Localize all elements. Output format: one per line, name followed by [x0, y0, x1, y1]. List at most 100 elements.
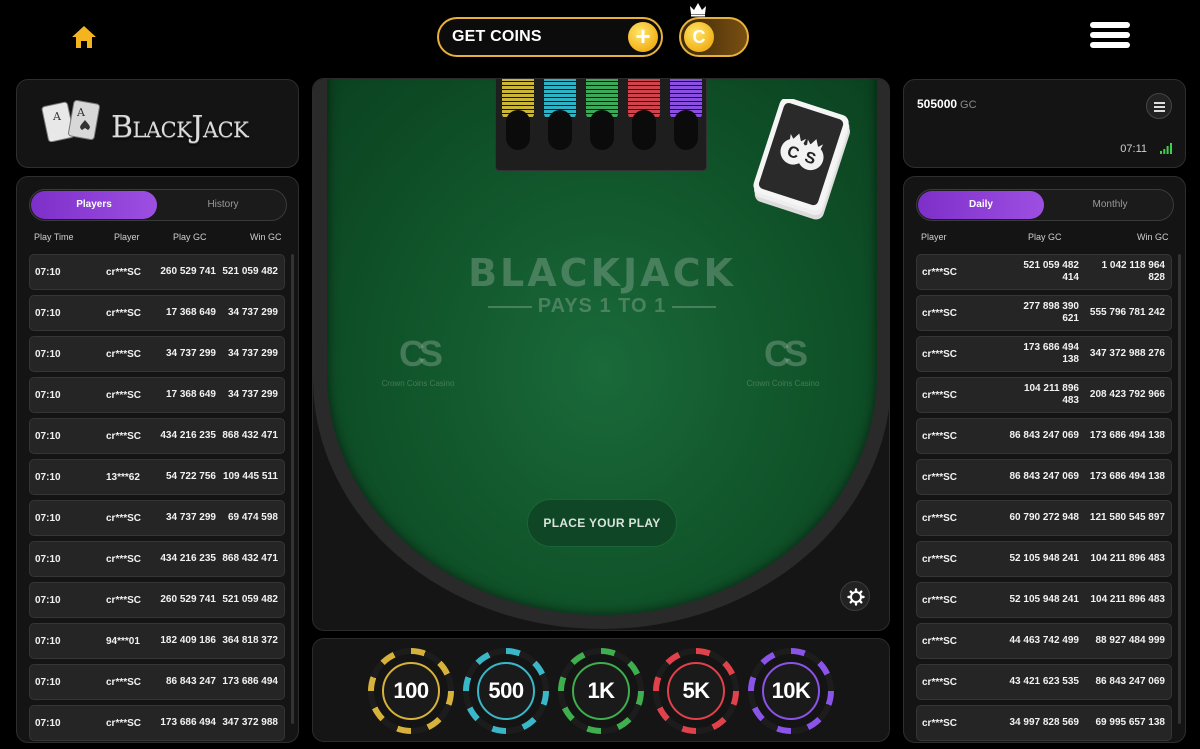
chip-value: 5K [682, 678, 710, 703]
svg-text:A: A [52, 110, 62, 123]
play-gc-cell: 17 368 649 [165, 307, 216, 318]
plus-icon: + [628, 22, 658, 52]
top-bar: GET COINS + C [0, 0, 1200, 76]
play-gc-cell: 104 211 896 483 [1023, 383, 1079, 406]
win-gc-cell: 69 474 598 [227, 512, 278, 523]
table-row: 07:10 cr***SC 17 368 649 34 737 299 [29, 295, 285, 331]
play-gc-cell: 434 216 235 [160, 430, 216, 441]
play-time-cell: 07:10 [35, 471, 61, 483]
chip-value: 100 [393, 678, 429, 703]
blackjack-table: C S BLACKJACK PAYS 1 TO 1 CS Crown Coins… [312, 78, 890, 631]
gear-icon[interactable] [840, 581, 870, 611]
table-row: 07:10 13***62 54 722 756 109 445 511 [29, 459, 285, 495]
balance-panel: 505000 GC 07:11 [903, 79, 1186, 168]
player-cell: cr***SC [922, 553, 958, 565]
chip-5k-button[interactable]: 5K [653, 648, 739, 734]
chip-1k-button[interactable]: 1K [558, 648, 644, 734]
win-gc-cell: 173 686 494 138 [1089, 471, 1165, 482]
playing-cards-icon: A A [41, 100, 100, 142]
win-gc-cell: 104 211 896 483 [1090, 553, 1165, 564]
play-time-cell: 07:10 [35, 348, 61, 360]
tab-players[interactable]: Players [31, 191, 157, 219]
column-header: Win GC [1137, 232, 1169, 242]
players-table-header: Play Time Player Play GC Win GC [17, 232, 298, 246]
win-gc-cell: 347 372 988 276 [1089, 348, 1165, 359]
win-gc-cell: 109 445 511 [222, 471, 278, 482]
leaderboard-table-header: Player Play GC Win GC [904, 232, 1185, 246]
table-row: cr***SC 86 843 247 069 173 686 494 138 [916, 418, 1172, 454]
player-cell: cr***SC [106, 512, 142, 524]
player-cell: 13***62 [106, 471, 140, 483]
column-header: Play Time [34, 232, 74, 242]
table-title: BLACKJACK [468, 251, 736, 295]
watermark-caption: Crown Coins Casino [746, 379, 820, 388]
table-row: 07:10 cr***SC 17 368 649 34 737 299 [29, 377, 285, 413]
play-gc-cell: 43 421 623 535 [1009, 676, 1079, 687]
win-gc-cell: 104 211 896 483 [1090, 594, 1165, 605]
player-cell: cr***SC [922, 594, 958, 606]
watermark-caption: Crown Coins Casino [381, 379, 455, 388]
win-gc-cell: 868 432 471 [222, 553, 278, 564]
play-time-cell: 07:10 [35, 512, 61, 524]
scrollbar[interactable] [1178, 254, 1181, 724]
player-cell: cr***SC [922, 635, 958, 647]
players-panel: Players History Play Time Player Play GC… [16, 176, 299, 743]
play-gc-cell: 52 105 948 241 [1009, 553, 1079, 564]
tab-daily[interactable]: Daily [918, 191, 1044, 219]
table-row: cr***SC 60 790 272 948 121 580 545 897 [916, 500, 1172, 536]
settings-menu-icon[interactable] [1146, 93, 1172, 119]
casino-watermark-left: CS Crown Coins Casino [373, 315, 463, 395]
svg-text:A: A [76, 106, 86, 119]
play-time-cell: 07:10 [35, 635, 61, 647]
table-row: cr***SC 52 105 948 241 104 211 896 483 [916, 541, 1172, 577]
chip-10k-button[interactable]: 10K [748, 648, 834, 734]
leaderboard-table-body: cr***SC 521 059 482 414 1 042 118 964 828 c… [916, 254, 1172, 742]
hamburger-menu-icon[interactable] [1090, 22, 1130, 52]
table-row: 07:10 cr***SC 34 737 299 34 737 299 [29, 336, 285, 372]
play-gc-cell: 521 059 482 414 [1023, 260, 1079, 283]
scrollbar[interactable] [291, 254, 294, 724]
play-time-cell: 07:10 [35, 266, 61, 278]
win-gc-cell: 173 686 494 [222, 676, 278, 687]
coin-toggle[interactable]: C [679, 17, 749, 57]
chip-500-button[interactable]: 500 [463, 648, 549, 734]
chip-selector: 100 500 1K 5K 10K [312, 638, 890, 742]
play-gc-cell: 260 529 741 [160, 266, 216, 277]
play-gc-cell: 34 737 299 [165, 348, 216, 359]
win-gc-cell: 521 059 482 [222, 266, 278, 277]
table-row: cr***SC 277 898 390 621 555 796 781 242 [916, 295, 1172, 331]
place-your-play-button[interactable]: PLACE YOUR PLAY [527, 499, 677, 547]
tab-history[interactable]: History [160, 191, 286, 219]
tab-monthly[interactable]: Monthly [1047, 191, 1173, 219]
play-gc-cell: 17 368 649 [165, 389, 216, 400]
win-gc-cell: 868 432 471 [222, 430, 278, 441]
tray-slot [674, 110, 698, 150]
play-gc-cell: 86 843 247 069 [1009, 471, 1079, 482]
clock-time: 07:11 [1120, 143, 1147, 155]
player-cell: cr***SC [922, 389, 958, 401]
win-gc-cell: 1 042 118 964 828 [1101, 260, 1165, 283]
player-cell: cr***SC [922, 307, 958, 319]
watermark-letters: CS [398, 333, 443, 374]
chip-value: 10K [771, 678, 811, 703]
play-gc-cell: 34 737 299 [165, 512, 216, 523]
game-logo-panel: A A BlackJack [16, 79, 299, 168]
player-cell: cr***SC [106, 430, 142, 442]
table-row: cr***SC 34 997 828 569 69 995 657 138 [916, 705, 1172, 741]
play-gc-cell: 260 529 741 [160, 594, 216, 605]
chip-value: 1K [587, 678, 615, 703]
players-tabs: Players History [29, 189, 287, 221]
win-gc-cell: 208 423 792 966 [1089, 389, 1165, 400]
win-gc-cell: 121 580 545 897 [1089, 512, 1165, 523]
balance-currency: GC [960, 99, 977, 111]
home-icon[interactable] [70, 24, 98, 50]
play-time-cell: 07:10 [35, 430, 61, 442]
play-time-cell: 07:10 [35, 553, 61, 565]
get-coins-button[interactable]: GET COINS + [437, 17, 663, 57]
player-cell: cr***SC [106, 266, 142, 278]
table-row: cr***SC 521 059 482 414 1 042 118 964 828 [916, 254, 1172, 290]
player-cell: cr***SC [922, 348, 958, 360]
chip-100-button[interactable]: 100 [368, 648, 454, 734]
play-gc-cell: 434 216 235 [160, 553, 216, 564]
play-gc-cell: 34 997 828 569 [1009, 717, 1079, 728]
